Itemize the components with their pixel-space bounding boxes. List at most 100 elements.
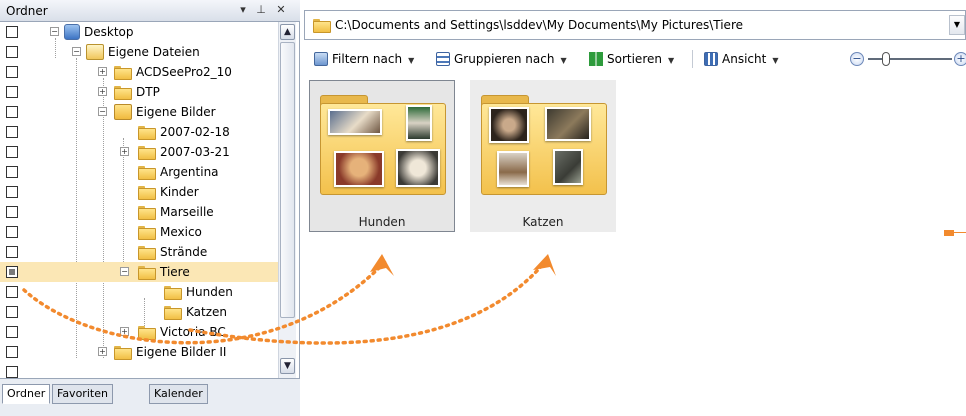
folder-thumbnail-icon (481, 95, 607, 195)
address-path[interactable]: C:\Documents and Settings\lsddev\My Docu… (335, 18, 743, 32)
collapse-icon[interactable]: − (50, 27, 59, 36)
tree-item-katzen[interactable]: Katzen (0, 302, 278, 322)
zoom-slider[interactable] (868, 58, 952, 60)
tree-item-mexico[interactable]: Mexico (0, 222, 278, 242)
sort-icon (589, 52, 603, 66)
callout-marker (944, 230, 954, 236)
zoom-out-icon[interactable]: − (850, 52, 864, 66)
filter-icon (314, 52, 328, 66)
tree-item-2007-03-21[interactable]: + 2007-03-21 (0, 142, 278, 162)
tree-item-kinder[interactable]: Kinder (0, 182, 278, 202)
view-button[interactable]: Ansicht ▼ (704, 52, 778, 68)
filter-button[interactable]: Filtern nach ▼ (314, 52, 414, 68)
tree-item-label: Strände (160, 245, 208, 259)
tree-item-label: Eigene Bilder (136, 105, 216, 119)
collapse-icon[interactable]: − (120, 267, 129, 276)
tree-item-argentina[interactable]: Argentina (0, 162, 278, 182)
folder-icon (138, 146, 156, 160)
folder-thumbnail-icon (320, 95, 446, 195)
scroll-thumb[interactable] (280, 42, 295, 318)
tree-checkbox[interactable] (6, 206, 18, 218)
thumbnail-hunden[interactable]: Hunden (309, 80, 455, 232)
tree-checkbox[interactable] (6, 106, 18, 118)
scroll-up-icon[interactable]: ▲ (280, 24, 295, 40)
tree-checkbox[interactable] (6, 26, 18, 38)
tree-checkbox[interactable] (6, 66, 18, 78)
tree-item-victoria-bc[interactable]: + Victoria BC (0, 322, 278, 342)
tree-checkbox[interactable] (6, 86, 18, 98)
pictures-folder-icon (114, 104, 132, 120)
tree-item-marseille[interactable]: Marseille (0, 202, 278, 222)
tree-scrollbar[interactable]: ▲ ▼ (278, 22, 296, 378)
tree-item-eigene-bilder[interactable]: − Eigene Bilder (0, 102, 278, 122)
tree-item-hunden[interactable]: Hunden (0, 282, 278, 302)
scroll-down-icon[interactable]: ▼ (280, 358, 295, 374)
tree-checkbox[interactable] (6, 226, 18, 238)
tree-checkbox[interactable] (6, 286, 18, 298)
tree-item-label: Katzen (186, 305, 228, 319)
tree-item-label: 2007-03-21 (160, 145, 230, 159)
tree-item-straende[interactable]: Strände (0, 242, 278, 262)
filter-label: Filtern nach (332, 52, 403, 66)
collapse-icon[interactable]: − (98, 107, 107, 116)
tree-item-2007-02-18[interactable]: 2007-02-18 (0, 122, 278, 142)
panel-menu-icon[interactable]: ▾ (236, 3, 250, 17)
tree-item-label: Argentina (160, 165, 219, 179)
tab-ordner[interactable]: Ordner (2, 384, 51, 404)
folder-icon (114, 66, 132, 80)
expand-icon[interactable]: + (120, 147, 129, 156)
expand-icon[interactable]: + (98, 347, 107, 356)
toolbar: Filtern nach ▼ Gruppieren nach ▼ Sortieren… (304, 44, 966, 76)
thumbnail-katzen[interactable]: Katzen (470, 80, 616, 232)
expand-icon[interactable]: + (120, 327, 129, 336)
tree-checkbox[interactable] (6, 146, 18, 158)
expand-icon[interactable]: + (98, 87, 107, 96)
cat-photo (545, 107, 591, 141)
zoom-in-icon[interactable]: + (954, 52, 966, 66)
sort-button[interactable]: Sortieren ▼ (589, 52, 674, 68)
tab-favoriten[interactable]: Favoriten (52, 384, 113, 404)
folder-icon (114, 346, 132, 360)
pin-icon[interactable]: ⊥ (254, 3, 268, 17)
tree-checkbox[interactable] (6, 366, 18, 378)
group-icon (436, 52, 450, 66)
tree-item-label: Mexico (160, 225, 202, 239)
close-icon[interactable]: ✕ (274, 3, 288, 17)
address-bar[interactable]: C:\Documents and Settings\lsddev\My Docu… (304, 10, 966, 40)
tree-item-label: Hunden (186, 285, 233, 299)
dog-photo (396, 149, 440, 187)
dropdown-arrow-icon: ▼ (667, 56, 675, 65)
tree-item-label: DTP (136, 85, 160, 99)
tree-item-label: Victoria BC (160, 325, 226, 339)
tree-item-label: Desktop (84, 25, 134, 39)
tree-checkbox[interactable] (6, 326, 18, 338)
panel-title: Ordner (6, 4, 48, 18)
tree-checkbox[interactable] (6, 46, 18, 58)
expand-icon[interactable]: + (98, 67, 107, 76)
tree-item-label: Eigene Dateien (108, 45, 200, 59)
address-dropdown-icon[interactable]: ▼ (949, 15, 965, 35)
dog-photo (334, 151, 384, 187)
tree-checkbox[interactable] (6, 246, 18, 258)
tree-item-eigene-dateien[interactable]: − Eigene Dateien (0, 42, 278, 62)
dog-photo (328, 109, 382, 135)
tab-kalender[interactable]: Kalender (149, 384, 208, 404)
tree-checkbox[interactable] (6, 166, 18, 178)
folder-icon (114, 86, 132, 100)
collapse-icon[interactable]: − (72, 47, 81, 56)
tree-item-tiere[interactable]: − Tiere (0, 262, 278, 282)
tree-item-desktop[interactable]: − Desktop (0, 22, 278, 42)
view-label: Ansicht (722, 52, 767, 66)
folder-icon (138, 206, 156, 220)
group-button[interactable]: Gruppieren nach ▼ (436, 52, 567, 68)
tree-checkbox[interactable] (6, 186, 18, 198)
tree-item-eigene-bilder-ii[interactable]: + Eigene Bilder II (0, 342, 278, 362)
tree-checkbox[interactable] (6, 266, 18, 278)
tree-checkbox[interactable] (6, 126, 18, 138)
zoom-slider-handle[interactable] (882, 52, 890, 66)
cat-photo (489, 107, 529, 143)
tree-checkbox[interactable] (6, 346, 18, 358)
tree-item-dtp[interactable]: + DTP (0, 82, 278, 102)
tree-checkbox[interactable] (6, 306, 18, 318)
tree-item-acdseepro[interactable]: + ACDSeePro2_10 (0, 62, 278, 82)
